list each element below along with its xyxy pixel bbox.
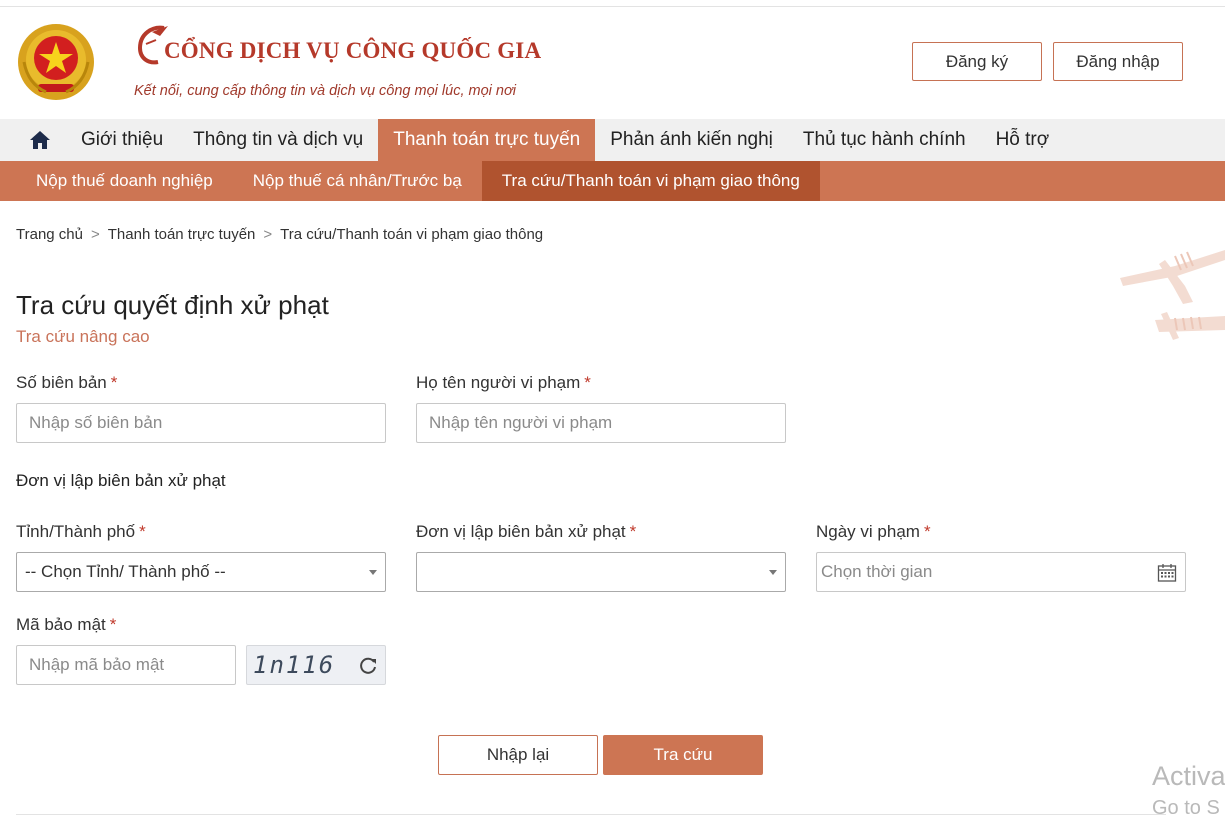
breadcrumb-separator: >	[263, 226, 273, 243]
home-icon	[30, 131, 50, 149]
chevron-down-icon	[769, 570, 777, 575]
captcha-label-text: Mã bảo mật	[16, 615, 106, 634]
site-title-text: CỔNG DỊCH VỤ CÔNG QUỐC GIA	[164, 38, 542, 63]
nav-item-support[interactable]: Hỗ trợ	[981, 119, 1065, 161]
issuing-unit-label-text: Đơn vị lập biên bản xử phạt	[416, 522, 626, 541]
record-number-label-text: Số biên bản	[16, 373, 107, 392]
province-label: Tỉnh/Thành phố *	[16, 522, 146, 542]
nav-item-procedures[interactable]: Thủ tục hành chính	[788, 119, 981, 161]
calendar-icon[interactable]	[1157, 563, 1177, 583]
captcha-label: Mã bảo mật *	[16, 615, 116, 635]
login-button[interactable]: Đăng nhập	[1053, 42, 1183, 81]
chevron-down-icon	[369, 570, 377, 575]
required-mark: *	[109, 615, 117, 634]
national-emblem-icon[interactable]	[16, 22, 96, 102]
record-number-label: Số biên bản *	[16, 373, 117, 393]
violator-name-input[interactable]	[416, 403, 786, 443]
breadcrumb-home[interactable]: Trang chủ	[16, 226, 83, 243]
issuing-unit-section-label: Đơn vị lập biên bản xử phạt	[16, 471, 226, 490]
site-slogan: Kết nối, cung cấp thông tin và dịch vụ c…	[134, 83, 516, 99]
breadcrumb-online-payment[interactable]: Thanh toán trực tuyến	[108, 226, 256, 243]
required-mark: *	[923, 522, 931, 541]
record-number-input[interactable]	[16, 403, 386, 443]
issuing-unit-label: Đơn vị lập biên bản xử phạt *	[416, 522, 636, 542]
breadcrumb-separator: >	[90, 226, 100, 243]
subnav-item-business-tax[interactable]: Nộp thuế doanh nghiệp	[16, 161, 233, 201]
nav-item-about[interactable]: Giới thiệu	[66, 119, 178, 161]
province-selected-value: -- Chọn Tỉnh/ Thành phố --	[25, 562, 226, 581]
issuing-unit-select[interactable]	[416, 552, 786, 592]
home-link[interactable]	[0, 119, 66, 161]
nav-item-info-services[interactable]: Thông tin và dịch vụ	[178, 119, 378, 161]
required-mark: *	[584, 373, 591, 392]
main-nav: Giới thiệu Thông tin và dịch vụ Thanh to…	[0, 119, 1225, 161]
required-mark: *	[139, 522, 146, 541]
register-button[interactable]: Đăng ký	[912, 42, 1042, 81]
captcha-image: 1n116	[246, 645, 386, 685]
site-title[interactable]: CỔNG DỊCH VỤ CÔNG QUỐC GIA	[134, 25, 542, 66]
violation-date-label: Ngày vi phạm *	[816, 522, 931, 542]
windows-activation-hint: Go to S	[1152, 797, 1220, 819]
violation-date-placeholder: Chọn thời gian	[821, 562, 933, 581]
search-button[interactable]: Tra cứu	[603, 735, 763, 775]
province-select[interactable]: -- Chọn Tỉnh/ Thành phố --	[16, 552, 386, 592]
footer-divider	[16, 814, 1166, 815]
nav-item-online-payment[interactable]: Thanh toán trực tuyến	[378, 119, 596, 161]
required-mark: *	[110, 373, 118, 392]
subnav-item-traffic-violation[interactable]: Tra cứu/Thanh toán vi phạm giao thông	[481, 161, 820, 201]
required-mark: *	[629, 522, 637, 541]
breadcrumb: Trang chủ > Thanh toán trực tuyến > Tra …	[16, 226, 543, 243]
violation-date-label-text: Ngày vi phạm	[816, 522, 920, 541]
subnav-item-personal-tax[interactable]: Nộp thuế cá nhân/Trước bạ	[233, 161, 482, 201]
refresh-icon[interactable]	[357, 655, 379, 677]
reset-button[interactable]: Nhập lại	[438, 735, 598, 775]
breadcrumb-current: Tra cứu/Thanh toán vi phạm giao thông	[280, 226, 544, 243]
decorative-pattern-icon	[1120, 250, 1225, 340]
province-label-text: Tỉnh/Thành phố	[16, 522, 136, 541]
violation-date-picker[interactable]: Chọn thời gian	[816, 552, 1186, 592]
violator-name-label: Họ tên người vi phạm *	[416, 373, 591, 393]
captcha-code: 1n116	[253, 651, 336, 679]
windows-activation-watermark: Activa	[1152, 761, 1225, 791]
captcha-input[interactable]	[16, 645, 236, 685]
top-divider	[0, 6, 1225, 7]
advanced-search-link[interactable]: Tra cứu nâng cao	[16, 327, 150, 347]
sub-nav: Nộp thuế doanh nghiệp Nộp thuế cá nhân/T…	[0, 161, 1225, 201]
violator-name-label-text: Họ tên người vi phạm	[416, 373, 581, 392]
page-title: Tra cứu quyết định xử phạt	[16, 290, 329, 320]
nav-item-feedback[interactable]: Phản ánh kiến nghị	[595, 119, 788, 161]
